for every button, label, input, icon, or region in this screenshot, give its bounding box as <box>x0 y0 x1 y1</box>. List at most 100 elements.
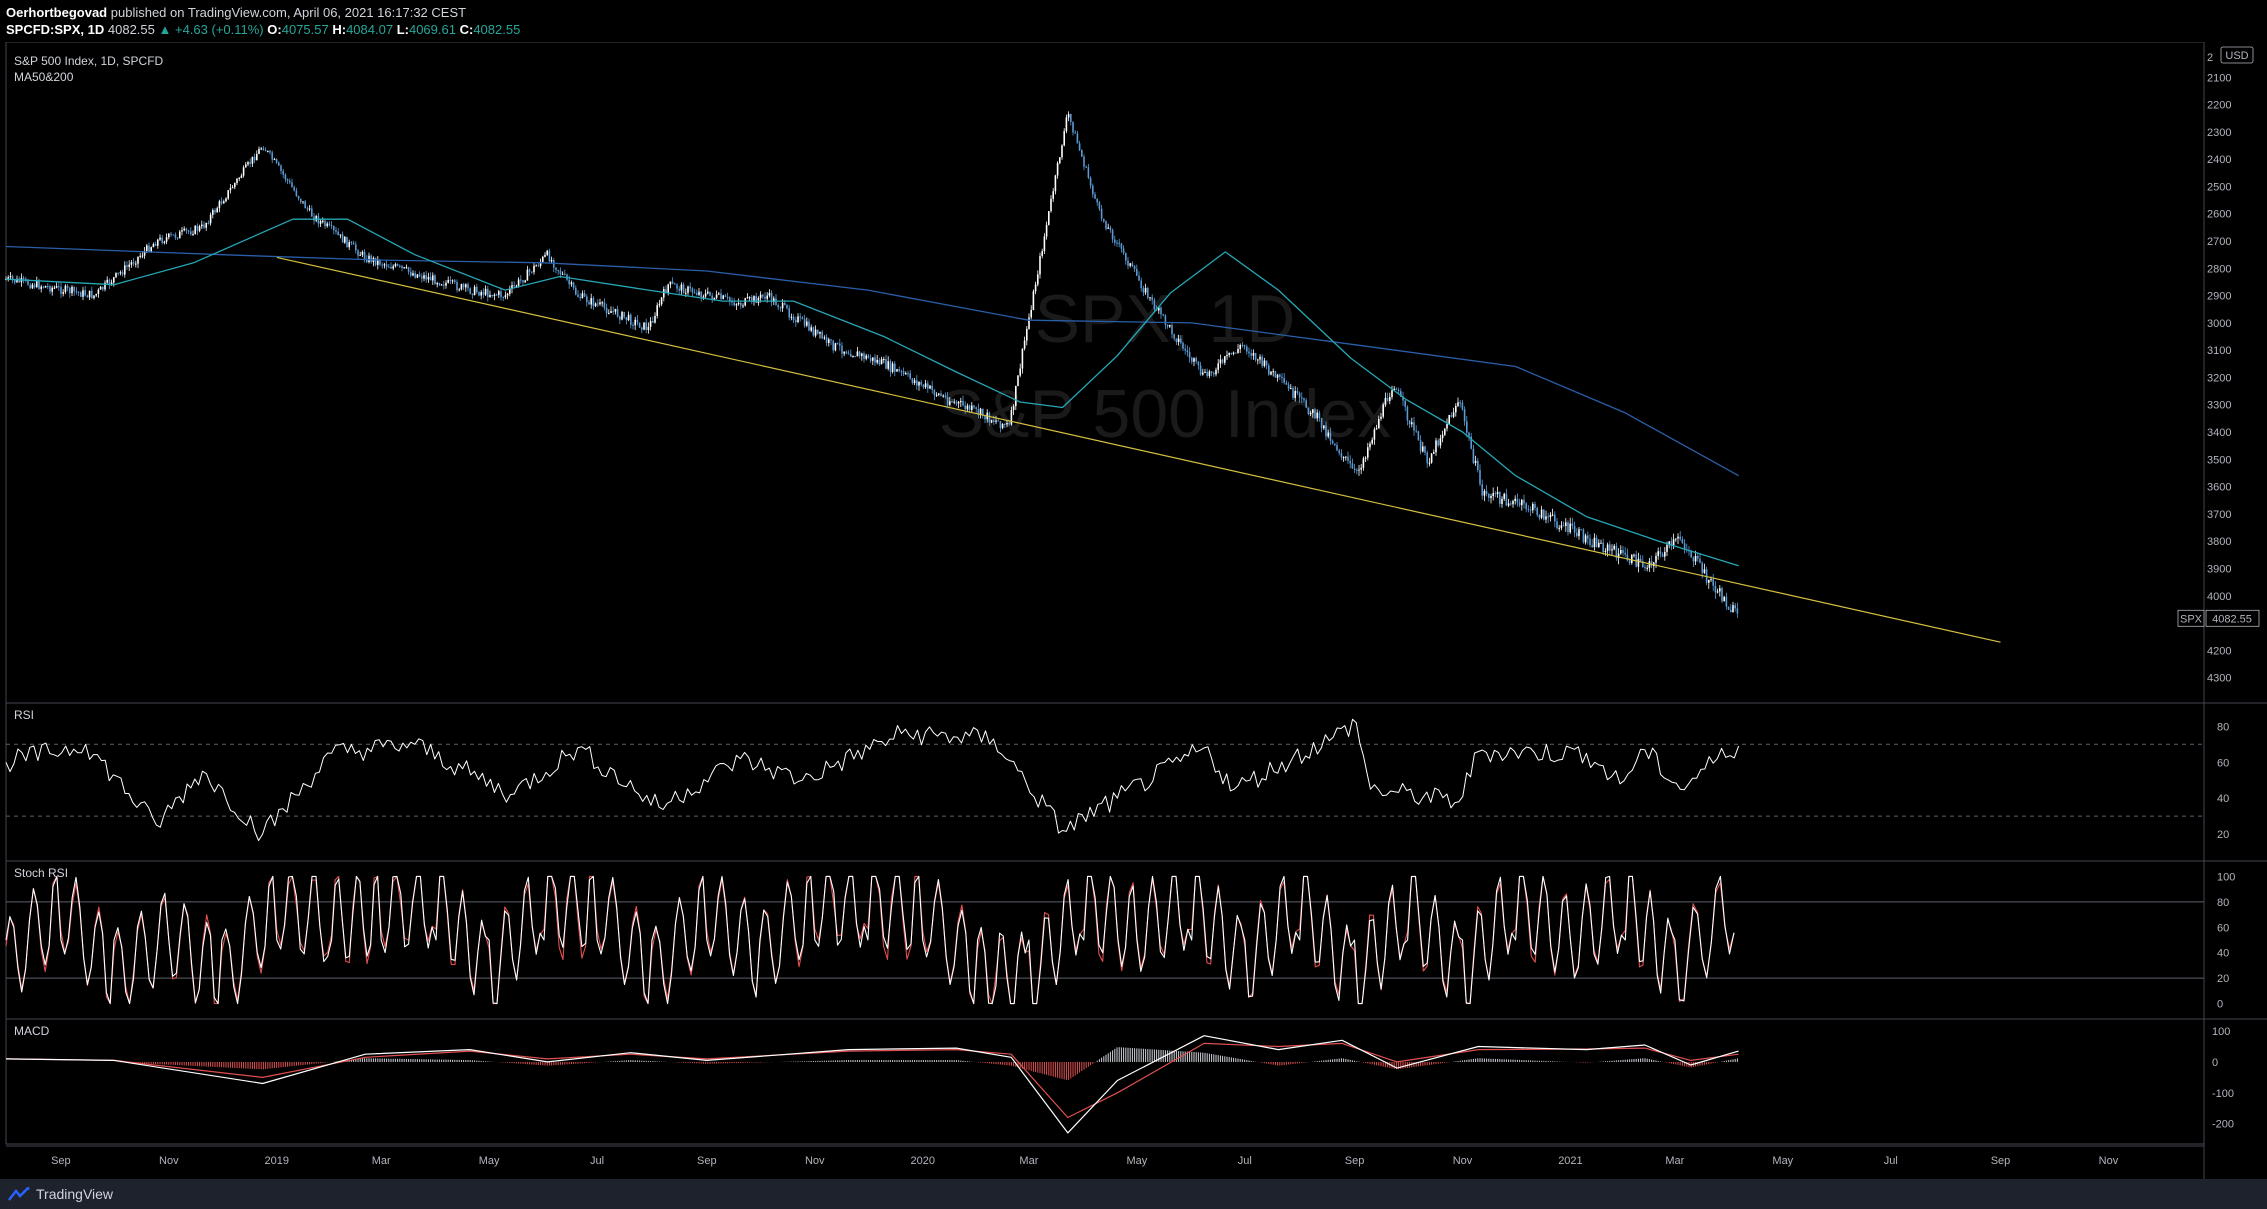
candle-body <box>135 263 137 265</box>
candle-body <box>746 297 749 299</box>
candle-body <box>788 308 790 318</box>
candle-body <box>1697 555 1699 559</box>
candle-body <box>759 294 762 299</box>
price-change: ▲ +4.63 (+0.11%) <box>158 22 264 37</box>
candle-body <box>575 287 577 295</box>
candle-body <box>1239 345 1241 349</box>
candle-body <box>839 343 841 346</box>
candle-body <box>1609 544 1611 551</box>
candle-body <box>139 255 141 257</box>
candle-body <box>935 394 938 396</box>
symbol-label[interactable]: SPCFD:SPX, 1D <box>6 22 104 37</box>
candle-body <box>231 187 234 189</box>
candle-body <box>968 405 971 411</box>
rsi-line[interactable] <box>5 718 1740 841</box>
author-name[interactable]: Oerhortbegovad <box>6 5 107 20</box>
candle-body <box>1340 453 1343 458</box>
candle-body <box>1034 284 1037 292</box>
candle-body <box>1499 492 1501 504</box>
candle-body <box>922 384 925 388</box>
candle-body <box>454 280 456 283</box>
candle-body <box>273 159 276 161</box>
price-top-tick-label: 2 <box>2207 52 2213 64</box>
time-tick-label: Nov <box>1453 1155 1473 1167</box>
candle-body <box>150 247 152 252</box>
candle-body <box>434 275 436 285</box>
candle-body <box>614 308 617 312</box>
candle-body <box>517 279 520 286</box>
candle-body <box>1063 131 1065 146</box>
candle-body <box>137 256 139 264</box>
candle-body <box>790 316 793 318</box>
candle-body <box>627 314 630 321</box>
candle-body <box>630 314 632 325</box>
candle-body <box>911 378 914 383</box>
candle-body <box>1052 191 1054 199</box>
candle-body <box>1710 579 1712 581</box>
candle-body <box>1551 514 1554 516</box>
chart-area[interactable]: SPX, 1DS&P 500 IndexS&P 500 Index, 1D, S… <box>0 42 2267 1179</box>
candle-body <box>1413 422 1415 431</box>
candle-body <box>93 295 95 299</box>
time-tick-label: Jul <box>590 1155 604 1167</box>
candle-body <box>533 265 535 273</box>
candle-body <box>1604 550 1607 553</box>
candle-body <box>579 297 581 299</box>
candle-body <box>1719 588 1721 592</box>
candle-body <box>1580 529 1582 531</box>
tradingview-brand[interactable]: TradingView <box>8 1186 113 1202</box>
candle-body <box>124 265 126 275</box>
candle-body <box>55 286 58 288</box>
candle-body <box>907 373 909 375</box>
candle-body <box>207 222 210 224</box>
time-tick-label: Mar <box>372 1155 391 1167</box>
candle-body <box>1283 377 1285 383</box>
candle-body <box>1074 132 1076 134</box>
candle-body <box>352 242 355 245</box>
stoch-tick-label: 20 <box>2217 973 2229 985</box>
ma200-line[interactable] <box>5 245 1739 477</box>
candle-body <box>1136 268 1138 276</box>
candle-body <box>1446 424 1448 429</box>
candle-body <box>570 282 573 285</box>
candle-body <box>856 351 859 357</box>
candle-body <box>328 223 331 226</box>
candle-body <box>1334 443 1336 446</box>
candle-body <box>1699 558 1701 563</box>
candle-body <box>550 259 553 262</box>
candle-body <box>159 237 161 240</box>
candle-body <box>1147 288 1149 298</box>
candle-body <box>1045 224 1048 237</box>
price-tick-label: 2100 <box>2207 72 2231 84</box>
candle-body <box>1602 542 1604 553</box>
candle-body <box>174 234 177 238</box>
candle-body <box>198 226 201 231</box>
candle-body <box>854 356 856 358</box>
candle-body <box>1246 346 1248 352</box>
candle-body <box>383 264 386 266</box>
candle-body <box>1554 514 1556 522</box>
candle-body <box>647 326 650 330</box>
candle-body <box>9 276 12 278</box>
candle-body <box>748 297 751 299</box>
candle-body <box>44 286 47 288</box>
candle-body <box>806 321 808 326</box>
candle-body <box>1204 371 1206 373</box>
candle-body <box>1129 263 1131 266</box>
ma50-line[interactable] <box>5 218 1739 567</box>
candle-body <box>929 385 931 389</box>
candle-body <box>374 257 377 265</box>
candle-body <box>1525 503 1527 510</box>
candle-body <box>564 273 566 275</box>
candle-body <box>821 331 823 339</box>
candle-body <box>1708 580 1710 583</box>
macd-signal-line[interactable] <box>5 1042 1739 1119</box>
candle-body <box>1692 557 1695 562</box>
candle-body <box>421 276 423 279</box>
candle-body <box>251 156 254 164</box>
price-tick-label: 4300 <box>2207 673 2231 685</box>
candle-body <box>335 230 337 232</box>
candle-body <box>707 291 709 294</box>
candle-body <box>654 315 656 323</box>
candle-body <box>1202 372 1204 375</box>
